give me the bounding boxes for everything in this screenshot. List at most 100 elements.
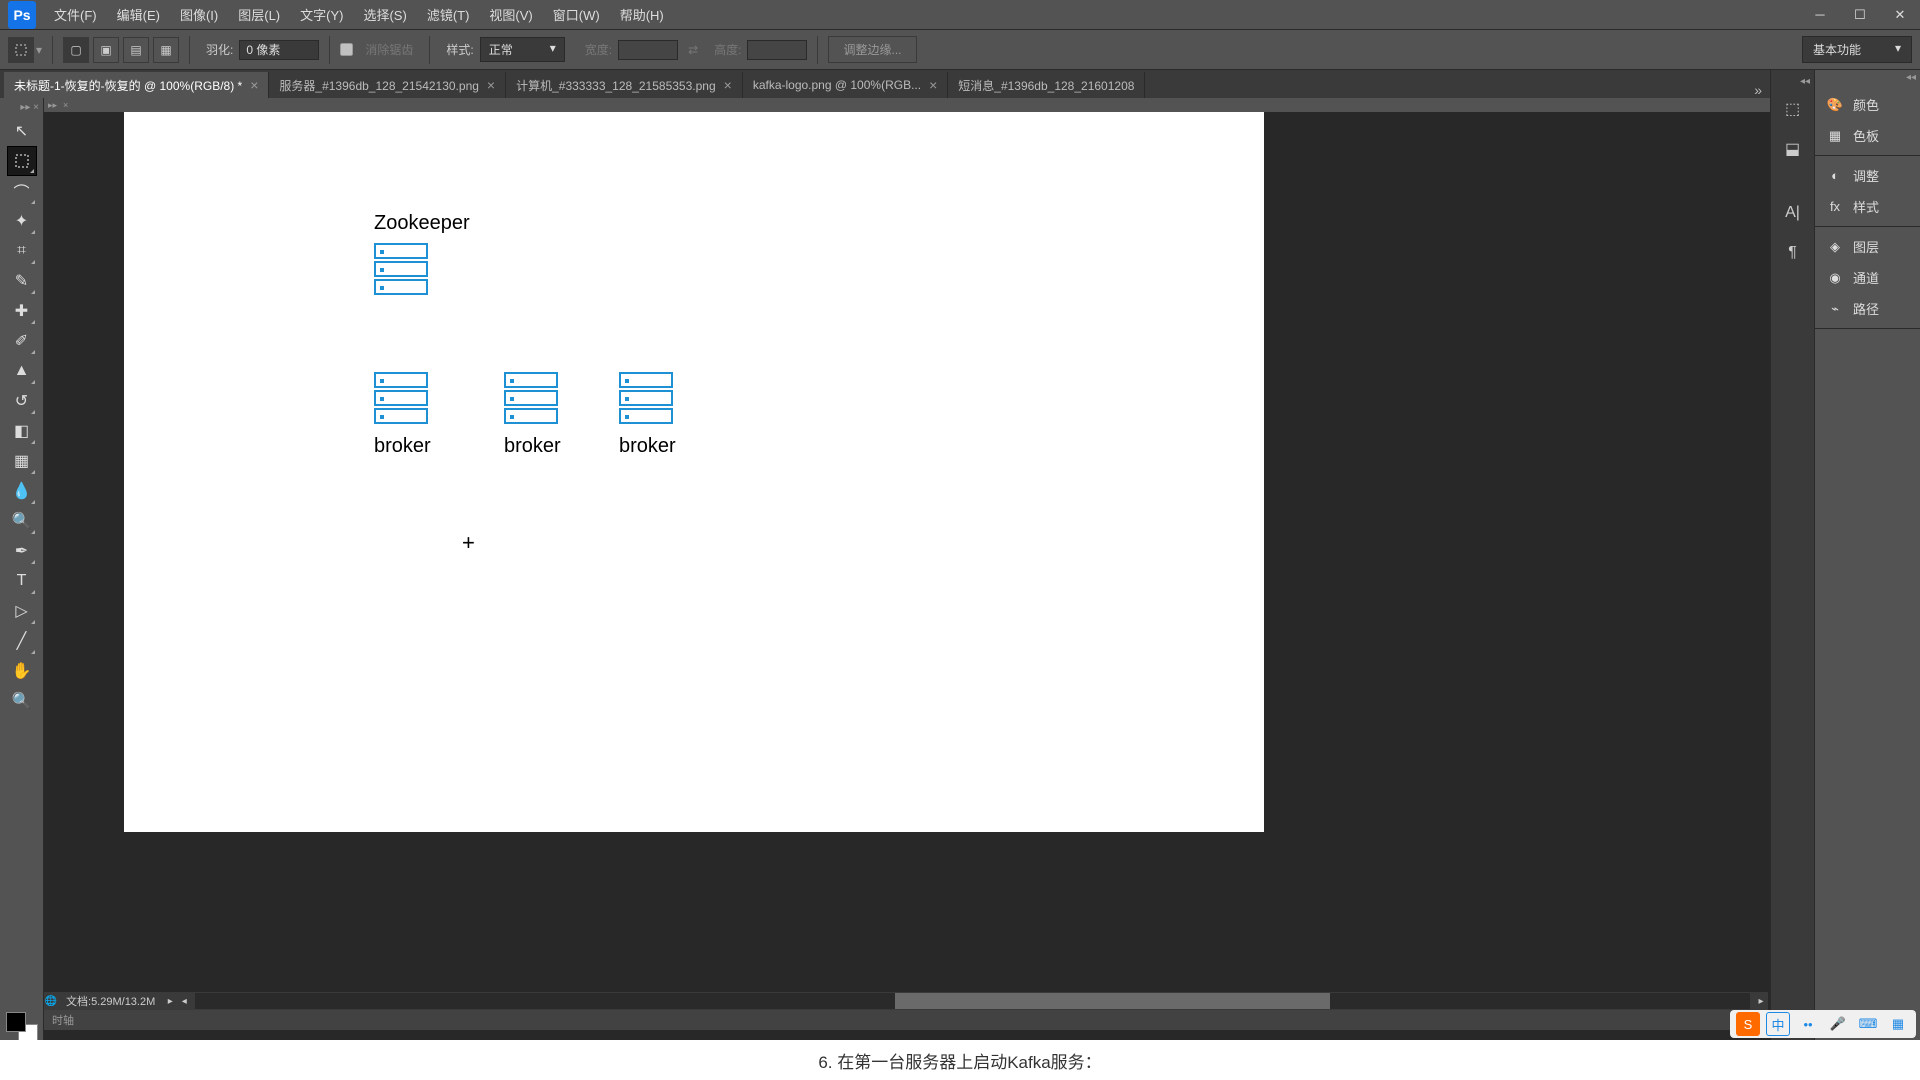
selection-intersect-icon[interactable]: ▦: [153, 37, 179, 63]
color-panel-tab[interactable]: 🎨颜色: [1815, 89, 1920, 120]
swap-icon: ⇄: [688, 43, 698, 57]
healing-tool-icon[interactable]: ✚: [7, 296, 37, 326]
refine-edge-button[interactable]: 调整边缘...: [828, 36, 916, 63]
menu-filter[interactable]: 滤镜(T): [417, 0, 480, 29]
dodge-tool-icon[interactable]: 🔍: [7, 506, 37, 536]
server-icon: [619, 372, 673, 426]
stamp-tool-icon[interactable]: ▲: [7, 356, 37, 386]
server-icon: [374, 243, 428, 297]
menu-type[interactable]: 文字(Y): [290, 0, 353, 29]
eraser-tool-icon[interactable]: ◧: [7, 416, 37, 446]
channels-icon: ◉: [1825, 270, 1845, 286]
brush-tool-icon[interactable]: ✐: [7, 326, 37, 356]
panel-collapse-icon[interactable]: ◂◂: [1815, 70, 1920, 85]
selection-add-icon[interactable]: ▣: [93, 37, 119, 63]
ime-sogou-icon[interactable]: S: [1736, 1012, 1760, 1036]
menu-window[interactable]: 窗口(W): [543, 0, 610, 29]
info-flyout-icon[interactable]: ▸: [163, 996, 177, 1007]
style-select[interactable]: 正常 ▾: [480, 37, 565, 62]
ime-menu-icon[interactable]: ▦: [1886, 1012, 1910, 1036]
server-icon: [504, 372, 558, 426]
line-tool-icon[interactable]: ╱: [7, 626, 37, 656]
hand-tool-icon[interactable]: ✋: [7, 656, 37, 686]
menu-edit[interactable]: 编辑(E): [107, 0, 170, 29]
doc-tab-5[interactable]: 短消息_#1396db_128_21601208: [948, 72, 1145, 98]
document-canvas[interactable]: Zookeeper broker broker broker +: [124, 112, 1264, 832]
zoom-tool-icon[interactable]: 🔍: [7, 686, 37, 716]
paragraph-panel-icon[interactable]: ¶: [1775, 235, 1811, 271]
workspace-dropdown[interactable]: 基本功能▾: [1802, 36, 1912, 63]
channels-panel-tab[interactable]: ◉通道: [1815, 262, 1920, 293]
feather-input[interactable]: [239, 40, 319, 60]
doc-tab-3[interactable]: 计算机_#333333_128_21585353.png×: [506, 72, 743, 98]
menu-view[interactable]: 视图(V): [479, 0, 542, 29]
blur-tool-icon[interactable]: 💧: [7, 476, 37, 506]
width-label: 宽度:: [585, 41, 612, 58]
ime-voice-icon[interactable]: 🎤: [1826, 1012, 1850, 1036]
toolbar-collapse-icon[interactable]: ▸▸ ×: [0, 102, 43, 116]
timeline-tab[interactable]: 时轴: [44, 1010, 1768, 1030]
styles-panel-tab[interactable]: fx样式: [1815, 191, 1920, 222]
status-bar: 🌐 文档:5.29M/13.2M ▸ ◂ ▸: [44, 992, 1768, 1010]
ime-keyboard-icon[interactable]: ⌨: [1856, 1012, 1880, 1036]
h-scrollbar[interactable]: [195, 993, 1750, 1009]
properties-panel-icon[interactable]: ⬓: [1775, 131, 1811, 167]
maximize-button[interactable]: ☐: [1840, 0, 1880, 30]
options-bar: ▾ ▢ ▣ ▤ ▦ 羽化: 消除锯齿 样式: 正常 ▾ 宽度: ⇄ 高度: 调整…: [0, 30, 1920, 70]
history-brush-tool-icon[interactable]: ↺: [7, 386, 37, 416]
menu-file[interactable]: 文件(F): [44, 0, 107, 29]
canvas-area: ▸▸× Zookeeper broker broker broker +: [44, 98, 1920, 1080]
ime-punct-icon[interactable]: ••: [1796, 1012, 1820, 1036]
wand-tool-icon[interactable]: ✦: [7, 206, 37, 236]
selection-subtract-icon[interactable]: ▤: [123, 37, 149, 63]
style-label: 样式:: [446, 41, 473, 58]
styles-icon: fx: [1825, 199, 1845, 214]
ime-lang-button[interactable]: 中: [1766, 1012, 1790, 1036]
character-panel-icon[interactable]: A|: [1775, 195, 1811, 231]
eyedropper-tool-icon[interactable]: ✎: [7, 266, 37, 296]
minimize-button[interactable]: ─: [1800, 0, 1840, 30]
doc-tab-1[interactable]: 未标题-1-恢复的-恢复的 @ 100%(RGB/8) *×: [4, 72, 269, 98]
tab-close-icon[interactable]: ×: [724, 77, 732, 93]
menu-layer[interactable]: 图层(L): [228, 0, 290, 29]
move-tool-icon[interactable]: ↖: [7, 116, 37, 146]
foreground-color[interactable]: [6, 1012, 26, 1032]
swatches-icon: ▦: [1825, 128, 1845, 144]
doc-size-value: 5.29M/13.2M: [91, 996, 155, 1008]
broker-label: broker: [619, 435, 676, 458]
scroll-left-icon[interactable]: ◂: [177, 996, 191, 1007]
adjustments-panel-tab[interactable]: ◐调整: [1815, 160, 1920, 191]
zoom-out-icon[interactable]: 🌐: [44, 996, 58, 1007]
selection-new-icon[interactable]: ▢: [63, 37, 89, 63]
swatches-panel-tab[interactable]: ▦色板: [1815, 120, 1920, 151]
scroll-right-icon[interactable]: ▸: [1754, 996, 1768, 1007]
tab-close-icon[interactable]: ×: [250, 77, 258, 93]
doc-tab-2[interactable]: 服务器_#1396db_128_21542130.png×: [269, 72, 506, 98]
dock-collapse-icon[interactable]: ◂◂: [1771, 76, 1814, 87]
paths-panel-tab[interactable]: ⌁路径: [1815, 293, 1920, 324]
window-controls: ─ ☐ ✕: [1800, 0, 1920, 30]
layers-panel-tab[interactable]: ◈图层: [1815, 231, 1920, 262]
tab-close-icon[interactable]: ×: [487, 77, 495, 93]
menu-help[interactable]: 帮助(H): [610, 0, 674, 29]
lasso-tool-icon[interactable]: ⌒: [7, 176, 37, 206]
menu-image[interactable]: 图像(I): [170, 0, 228, 29]
tab-overflow-icon[interactable]: »: [1746, 82, 1770, 98]
document-tabs: 未标题-1-恢复的-恢复的 @ 100%(RGB/8) *× 服务器_#1396…: [0, 70, 1770, 98]
history-panel-icon[interactable]: ⬚: [1775, 91, 1811, 127]
antialias-checkbox: [340, 43, 353, 56]
browser-content: 6. 在第一台服务器上启动Kafka服务：: [0, 1040, 1920, 1080]
crop-tool-icon[interactable]: ⌗: [7, 236, 37, 266]
gradient-tool-icon[interactable]: ▦: [7, 446, 37, 476]
pen-tool-icon[interactable]: ✒: [7, 536, 37, 566]
menu-select[interactable]: 选择(S): [353, 0, 416, 29]
tool-preset-icon[interactable]: [8, 37, 34, 63]
broker-label: broker: [374, 435, 431, 458]
path-select-tool-icon[interactable]: ▷: [7, 596, 37, 626]
marquee-tool-icon[interactable]: [7, 146, 37, 176]
close-button[interactable]: ✕: [1880, 0, 1920, 30]
tab-close-icon[interactable]: ×: [929, 77, 937, 93]
h-scroll-thumb[interactable]: [895, 993, 1330, 1009]
doc-tab-4[interactable]: kafka-logo.png @ 100%(RGB...×: [743, 72, 948, 98]
type-tool-icon[interactable]: T: [7, 566, 37, 596]
